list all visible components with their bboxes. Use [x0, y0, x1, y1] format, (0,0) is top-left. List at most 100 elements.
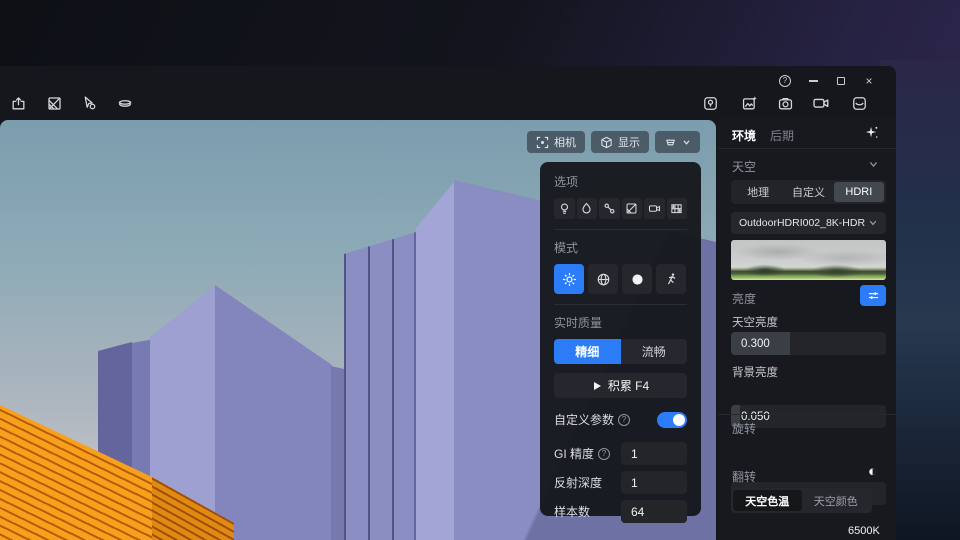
- building-right-strip-seams: [344, 224, 416, 540]
- minimize-icon: [809, 80, 818, 81]
- brightness-advanced-button[interactable]: [860, 285, 886, 306]
- building-center-right-face: [215, 285, 332, 540]
- link-node-icon[interactable]: [599, 198, 620, 219]
- quality-section-title: 实时质量: [554, 314, 687, 331]
- sun-mode-icon[interactable]: [554, 264, 584, 294]
- sliders-icon: [867, 289, 880, 302]
- help-icon[interactable]: ?: [598, 448, 610, 460]
- quality-smooth-tab[interactable]: 流畅: [621, 339, 688, 364]
- reflection-depth-input[interactable]: 1: [621, 471, 687, 494]
- import-model-icon[interactable]: [9, 94, 27, 112]
- sky-brightness-slider[interactable]: 0.300: [731, 332, 886, 355]
- sample-count-label: 样本数: [554, 503, 590, 520]
- gi-precision-label: GI 精度: [554, 445, 594, 462]
- render-settings-panel: 选项: [540, 162, 701, 516]
- viewport-3d[interactable]: 相机 显示 选项: [0, 120, 716, 540]
- close-icon: ×: [865, 76, 872, 86]
- camera-path-icon[interactable]: [644, 198, 665, 219]
- options-icon-row: [554, 198, 687, 219]
- viewport-toolbar: 相机 显示: [527, 131, 700, 153]
- camera-button-label: 相机: [554, 134, 576, 150]
- flip-label: 翻转: [732, 468, 756, 485]
- custom-params-toggle[interactable]: [657, 412, 687, 428]
- sidebar-divider: [718, 414, 896, 415]
- quality-fine-tab[interactable]: 精细: [554, 339, 621, 364]
- hdri-name: OutdoorHDRI002_8K-HDR: [739, 217, 868, 229]
- quality-segmented-control: 精细 流畅: [554, 339, 687, 364]
- maximize-button[interactable]: [832, 74, 850, 88]
- help-icon[interactable]: ?: [618, 414, 630, 426]
- panel-divider: [554, 229, 687, 230]
- tab-environment[interactable]: 环境: [732, 127, 756, 144]
- brightness-section-title: 亮度: [732, 290, 756, 307]
- sample-count-input[interactable]: 64: [621, 500, 687, 523]
- walk-mode-icon[interactable]: [656, 264, 686, 294]
- tab-sky-color[interactable]: 天空颜色: [802, 490, 871, 511]
- play-icon: [592, 381, 602, 391]
- gi-precision-label-group: GI 精度 ?: [554, 445, 610, 462]
- mode-section-title: 模式: [554, 239, 687, 256]
- chevron-down-icon[interactable]: [868, 159, 879, 170]
- select-cursor-icon[interactable]: [80, 94, 98, 112]
- tab-post-processing[interactable]: 后期: [770, 127, 794, 144]
- sky-brightness-value: 0.300: [741, 332, 770, 355]
- render-image-icon[interactable]: [740, 94, 758, 112]
- material-icon[interactable]: [622, 198, 643, 219]
- light-icon[interactable]: [554, 198, 575, 219]
- bg-brightness-label: 背景亮度: [732, 364, 778, 380]
- cube-icon: [600, 136, 613, 149]
- hdri-select-dropdown[interactable]: OutdoorHDRI002_8K-HDR: [731, 212, 886, 234]
- material-icon[interactable]: [45, 94, 63, 112]
- display-button-label: 显示: [618, 134, 640, 150]
- building-right-edge-face: [416, 182, 454, 540]
- display-settings-button[interactable]: 显示: [591, 131, 649, 153]
- custom-params-label: 自定义参数: [554, 411, 614, 428]
- sky-type-tabs: 地理 自定义 HDRI: [731, 180, 886, 204]
- perspective-view-icon: [664, 136, 677, 149]
- photo-camera-icon[interactable]: [776, 94, 794, 112]
- titlebar: ? ×: [0, 66, 896, 120]
- help-icon: ?: [779, 75, 791, 87]
- options-section-title: 选项: [554, 173, 687, 190]
- tab-custom[interactable]: 自定义: [783, 182, 833, 202]
- layers-icon[interactable]: [116, 94, 134, 112]
- gi-precision-input[interactable]: 1: [621, 442, 687, 465]
- hdri-preview-image[interactable]: [731, 240, 886, 280]
- camera-settings-button[interactable]: 相机: [527, 131, 585, 153]
- tab-geographic[interactable]: 地理: [733, 182, 783, 202]
- sky-section-title: 天空: [732, 158, 756, 175]
- sphere-mode-icon[interactable]: [622, 264, 652, 294]
- flip-toggle-icon[interactable]: ◐: [868, 463, 877, 480]
- video-camera-icon[interactable]: [812, 94, 830, 112]
- maximize-icon: [837, 77, 845, 85]
- sidebar-divider: [718, 148, 896, 149]
- chevron-down-icon: [868, 218, 878, 228]
- close-button[interactable]: ×: [860, 74, 878, 88]
- reflection-depth-label: 反射深度: [554, 474, 602, 491]
- tab-hdri[interactable]: HDRI: [834, 182, 884, 202]
- temperature-value: 6500K: [848, 525, 880, 537]
- panel-divider: [554, 304, 687, 305]
- sky-brightness-label: 天空亮度: [732, 314, 778, 330]
- help-button[interactable]: ?: [776, 74, 794, 88]
- view-mode-button[interactable]: [655, 131, 700, 153]
- accumulate-label: 积累 F4: [608, 377, 649, 394]
- tab-sky-temperature[interactable]: 天空色温: [733, 490, 802, 511]
- minimize-button[interactable]: [804, 74, 822, 88]
- mode-button-row: [554, 264, 687, 294]
- sky-color-tabs: 天空色温 天空颜色: [731, 488, 872, 513]
- ai-sparkle-icon[interactable]: [864, 125, 879, 140]
- camera-focus-icon: [536, 136, 549, 149]
- channel-grid-icon[interactable]: [667, 198, 688, 219]
- custom-params-label-group: 自定义参数 ?: [554, 411, 630, 428]
- chevron-down-icon: [682, 138, 691, 147]
- asset-box-icon[interactable]: [850, 94, 868, 112]
- geo-location-icon[interactable]: [701, 94, 719, 112]
- flame-icon[interactable]: [577, 198, 598, 219]
- accumulate-button[interactable]: 积累 F4: [554, 373, 687, 398]
- environment-sidebar: 环境 后期 天空 地理 自定义 HDRI OutdoorHDRI002_8K-H…: [718, 118, 896, 540]
- app-window: ? ×: [0, 66, 896, 540]
- toggle-knob: [673, 414, 685, 426]
- rotation-label: 旋转: [732, 420, 756, 437]
- globe-mode-icon[interactable]: [588, 264, 618, 294]
